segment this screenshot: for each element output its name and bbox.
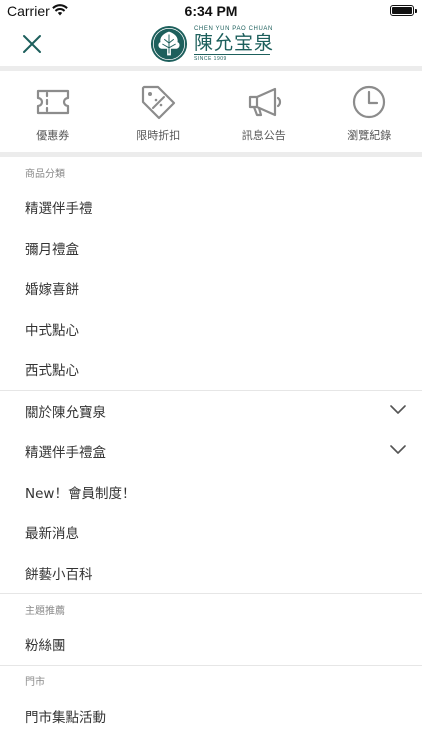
quick-action-discount[interactable]: 限時折扣 <box>106 72 212 152</box>
quick-action-label: 優惠券 <box>36 129 70 142</box>
discount-tag-icon <box>142 85 176 120</box>
quick-actions: 優惠券 限時折扣 訊息公告 瀏覽紀錄 <box>0 72 422 152</box>
status-bar: Carrier 6:34 PM <box>0 0 422 22</box>
megaphone-icon <box>248 87 281 117</box>
close-icon[interactable] <box>20 32 44 56</box>
clock-icon <box>353 85 386 119</box>
menu-item-baby-gift-box[interactable]: 彌月禮盒 <box>0 228 422 269</box>
menu-item-western-pastry[interactable]: 西式點心 <box>0 349 422 390</box>
menu-item-pastry-wiki[interactable]: 餅藝小百科 <box>0 553 422 594</box>
menu-item-news[interactable]: 最新消息 <box>0 512 422 553</box>
app-header: CHEN YUN PAO CHUAN 陳允宝泉 SINCE 1909 <box>0 22 422 66</box>
menu-item-membership[interactable]: New！會員制度！ <box>0 472 422 513</box>
ticket-icon <box>36 89 69 115</box>
battery-icon <box>390 5 417 16</box>
menu-item-label: 精選伴手禮盒 <box>25 445 106 462</box>
quick-action-coupons[interactable]: 優惠券 <box>0 72 106 152</box>
menu-item-gift-boxes[interactable]: 精選伴手禮盒 <box>0 431 422 472</box>
section-header-categories: 商品分類 <box>25 168 65 180</box>
menu-item-fan-page[interactable]: 粉絲團 <box>0 624 422 665</box>
clock-time: 6:34 PM <box>184 3 238 19</box>
menu-item-store-points[interactable]: 門市集點活動 <box>0 696 422 737</box>
quick-action-history[interactable]: 瀏覽紀錄 <box>317 72 422 152</box>
menu-item-wedding-cakes[interactable]: 婚嫁喜餅 <box>0 268 422 309</box>
logo-chinese-name: 陳允宝泉 <box>194 32 275 54</box>
quick-action-label: 訊息公告 <box>241 129 286 142</box>
chevron-down-icon <box>390 404 406 414</box>
section-header-featured: 主題推薦 <box>25 605 65 617</box>
tree-emblem-icon <box>150 25 188 63</box>
menu-item-selected-gifts[interactable]: 精選伴手禮 <box>0 187 422 228</box>
chevron-down-icon <box>390 445 406 454</box>
quick-action-label: 瀏覽紀錄 <box>347 129 392 142</box>
menu-item-chinese-pastry[interactable]: 中式點心 <box>0 309 422 350</box>
quick-action-label: 限時折扣 <box>136 129 181 142</box>
section-header-stores: 門市 <box>25 677 45 688</box>
logo-since: SINCE 1909 <box>194 54 270 62</box>
menu-item-label: 關於陳允寶泉 <box>25 404 106 421</box>
logo-text: CHEN YUN PAO CHUAN 陳允宝泉 SINCE 1909 <box>194 26 274 62</box>
side-menu: 商品分類 精選伴手禮 彌月禮盒 婚嫁喜餅 中式點心 西式點心 關於陳允寶泉 精選… <box>0 157 422 736</box>
brand-logo[interactable]: CHEN YUN PAO CHUAN 陳允宝泉 SINCE 1909 <box>150 22 274 66</box>
header-divider <box>0 66 422 71</box>
quick-action-announcements[interactable]: 訊息公告 <box>211 72 317 152</box>
menu-item-about[interactable]: 關於陳允寶泉 <box>0 391 422 432</box>
